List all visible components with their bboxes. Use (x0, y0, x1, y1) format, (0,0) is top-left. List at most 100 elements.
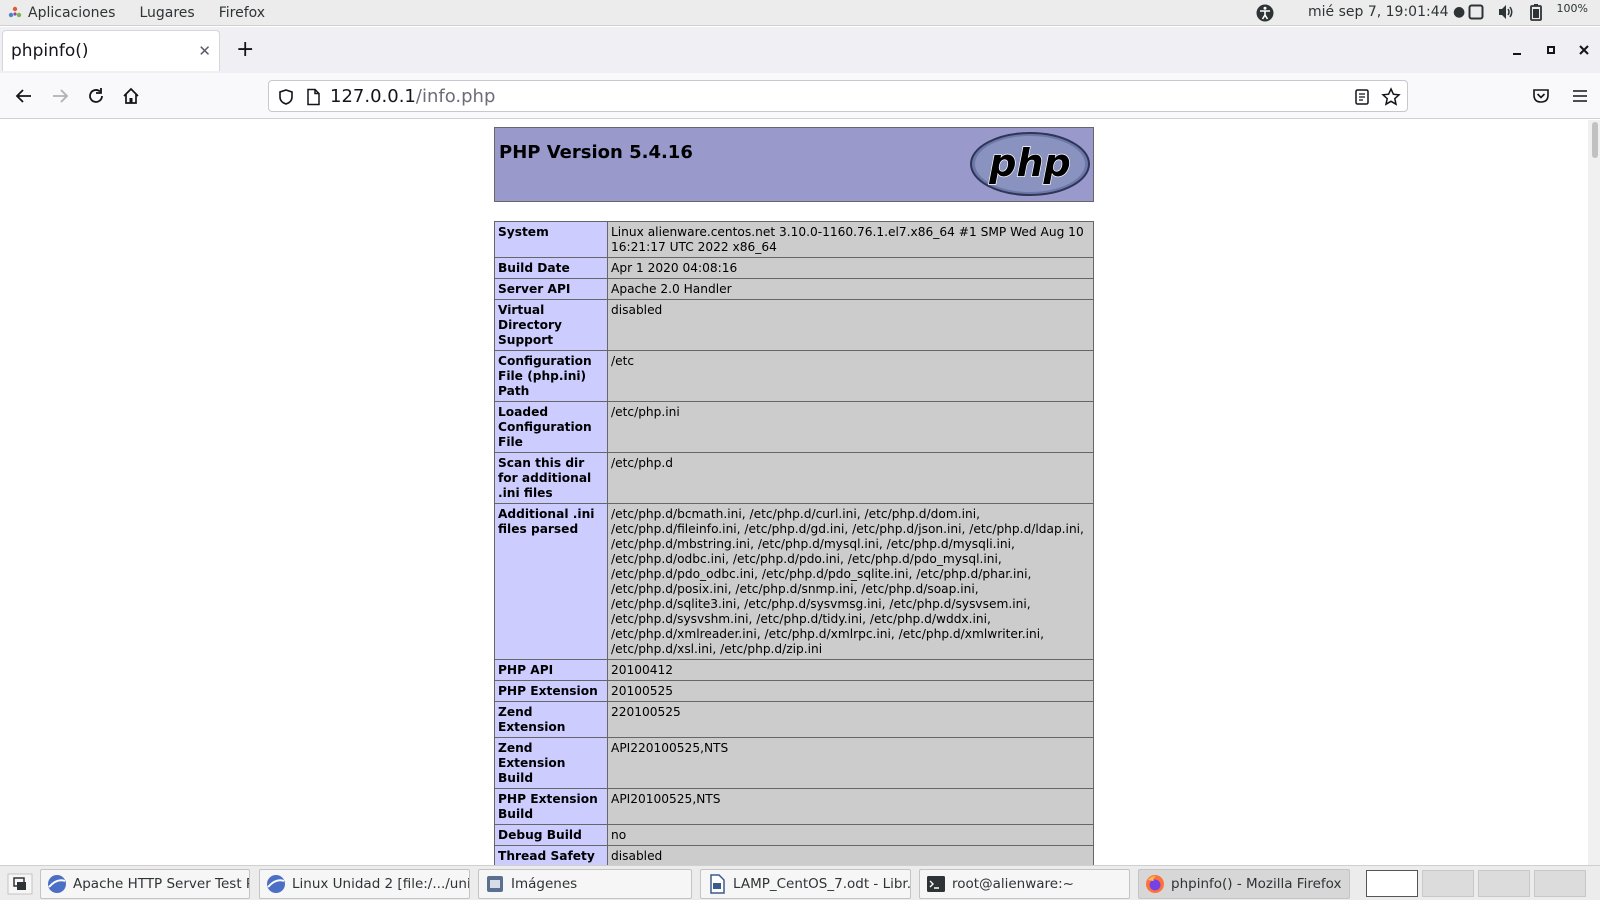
info-row: Build Date Apr 1 2020 04:08:16 (494, 257, 1094, 279)
info-value: API220100525,NTS (607, 737, 1094, 789)
info-value: API20100525,NTS (607, 788, 1094, 825)
php-info-table: System Linux alienware.centos.net 3.10.0-… (494, 221, 1094, 865)
globe-icon (267, 875, 285, 893)
info-key: Virtual Directory Support (494, 299, 608, 351)
info-row: Loaded Configuration File/etc/php.ini (494, 401, 1094, 453)
info-key: Build Date (494, 257, 608, 279)
info-key: PHP Extension (494, 680, 608, 702)
reload-icon[interactable] (85, 85, 107, 107)
workspace-3[interactable] (1478, 870, 1530, 897)
menu-applications[interactable]: Aplicaciones (22, 5, 127, 21)
info-key: Server API (494, 278, 608, 300)
php-info-rows: System Linux alienware.centos.net 3.10.0-… (494, 221, 1094, 865)
volume-icon[interactable] (1497, 3, 1515, 21)
info-key: Configuration File (php.ini) Path (494, 350, 608, 402)
info-value: /etc/php.d (607, 452, 1094, 504)
shield-icon[interactable] (277, 88, 295, 106)
info-row: PHP API 20100412 (494, 659, 1094, 681)
url-path: /info.php (415, 86, 496, 107)
close-window-icon[interactable] (1578, 44, 1590, 56)
info-row: Scan this dir for additional .ini files /… (494, 452, 1094, 504)
info-value: 20100525 (607, 680, 1094, 702)
workspace-4[interactable] (1534, 870, 1586, 897)
url-bar[interactable]: 127.0.0.1/info.php (268, 80, 1408, 112)
task-label: Linux Unidad 2 [file:/.../unida... (292, 876, 470, 892)
menu-firefox[interactable]: Firefox (207, 5, 277, 21)
firefox-icon (1146, 875, 1164, 893)
info-row: PHP Extension 20100525 (494, 680, 1094, 702)
info-key: Thread Safety (494, 845, 608, 865)
info-row: PHP Extension Build API20100525,NTS (494, 788, 1094, 825)
show-desktop-icon[interactable] (7, 873, 33, 895)
task-lamp-centos-odt[interactable]: LAMP_CentOS_7.odt - Libr... (700, 869, 911, 899)
reader-view-icon[interactable] (1354, 88, 1370, 106)
globe-icon (48, 875, 66, 893)
info-row: Virtual Directory Support disabled (494, 299, 1094, 351)
scrollbar-thumb[interactable] (1592, 122, 1598, 158)
terminal-icon (927, 876, 945, 892)
tab-phpinfo[interactable]: phpinfo() ✕ (2, 30, 220, 71)
menu-places[interactable]: Lugares (127, 5, 206, 21)
maximize-icon[interactable] (1546, 45, 1558, 57)
tab-title: phpinfo() (11, 41, 89, 61)
page-title: PHP Version 5.4.16 (499, 142, 693, 163)
info-row: Configuration File (php.ini) Path/etc (494, 350, 1094, 402)
info-row: Debug Build no (494, 824, 1094, 846)
info-value: disabled (607, 845, 1094, 865)
info-row: System Linux alienware.centos.net 3.10.0-… (494, 221, 1094, 258)
minimize-icon[interactable] (1512, 45, 1524, 57)
accessibility-icon[interactable] (1256, 4, 1274, 22)
close-tab-icon[interactable]: ✕ (198, 42, 211, 60)
info-key: Scan this dir for additional .ini files (494, 452, 608, 504)
info-key: System (494, 221, 608, 258)
info-key: Zend Extension (494, 701, 608, 738)
php-logo[interactable]: php (969, 131, 1091, 197)
battery-percentage: 100% (1556, 1, 1588, 15)
info-key: Debug Build (494, 824, 608, 846)
task-imagenes[interactable]: Imágenes (478, 869, 692, 899)
task-label: root@alienware:~ (952, 876, 1074, 892)
workspace-2[interactable] (1422, 870, 1474, 897)
file-manager-icon (487, 876, 503, 892)
info-key: PHP Extension Build (494, 788, 608, 825)
info-value: Apr 1 2020 04:08:16 (607, 257, 1094, 279)
info-value: Linux alienware.centos.net 3.10.0-1160.7… (607, 221, 1094, 258)
info-key: Zend Extension Build (494, 737, 608, 789)
php-version-header: PHP Version 5.4.16 php (494, 127, 1094, 202)
system-tray: 100% (1467, 1, 1588, 21)
info-value: disabled (607, 299, 1094, 351)
info-row: Zend Extension Build API220100525,NTS (494, 737, 1094, 789)
workspace-1[interactable] (1366, 870, 1418, 897)
info-value: 20100412 (607, 659, 1094, 681)
info-row: Thread Safety disabled (494, 845, 1094, 865)
task-label: LAMP_CentOS_7.odt - Libr... (733, 876, 911, 892)
home-icon[interactable] (120, 85, 142, 107)
url-text[interactable]: 127.0.0.1/info.php (330, 86, 495, 107)
task-firefox-phpinfo[interactable]: phpinfo() - Mozilla Firefox (1138, 869, 1350, 899)
task-linux-unidad-2[interactable]: Linux Unidad 2 [file:/.../unida... (259, 869, 470, 899)
info-key: Additional .ini files parsed (494, 503, 608, 660)
pocket-icon[interactable] (1530, 85, 1552, 107)
task-label: Apache HTTP Server Test P... (73, 876, 250, 892)
hamburger-menu-icon[interactable] (1569, 85, 1591, 107)
bookmark-star-icon[interactable] (1381, 87, 1401, 107)
back-icon[interactable] (13, 85, 35, 107)
info-value: /etc (607, 350, 1094, 402)
info-value: Apache 2.0 Handler (607, 278, 1094, 300)
clock[interactable]: mié sep 7, 19:01:44 ● (1308, 4, 1465, 20)
svg-text:php: php (988, 141, 1070, 185)
writer-document-icon (710, 874, 725, 894)
vertical-scrollbar[interactable] (1588, 120, 1600, 865)
info-key: Loaded Configuration File (494, 401, 608, 453)
info-value: no (607, 824, 1094, 846)
forward-icon[interactable] (49, 85, 71, 107)
battery-icon[interactable] (1527, 3, 1545, 21)
info-value: /etc/php.ini (607, 401, 1094, 453)
info-value: 220100525 (607, 701, 1094, 738)
new-tab-icon[interactable]: + (236, 37, 254, 62)
task-terminal[interactable]: root@alienware:~ (919, 869, 1130, 899)
task-apache-test-page[interactable]: Apache HTTP Server Test P... (40, 869, 250, 899)
window-list-taskbar: Apache HTTP Server Test P... Linux Unida… (0, 865, 1600, 900)
window-icon[interactable] (1467, 3, 1485, 21)
page-icon[interactable] (305, 88, 321, 106)
